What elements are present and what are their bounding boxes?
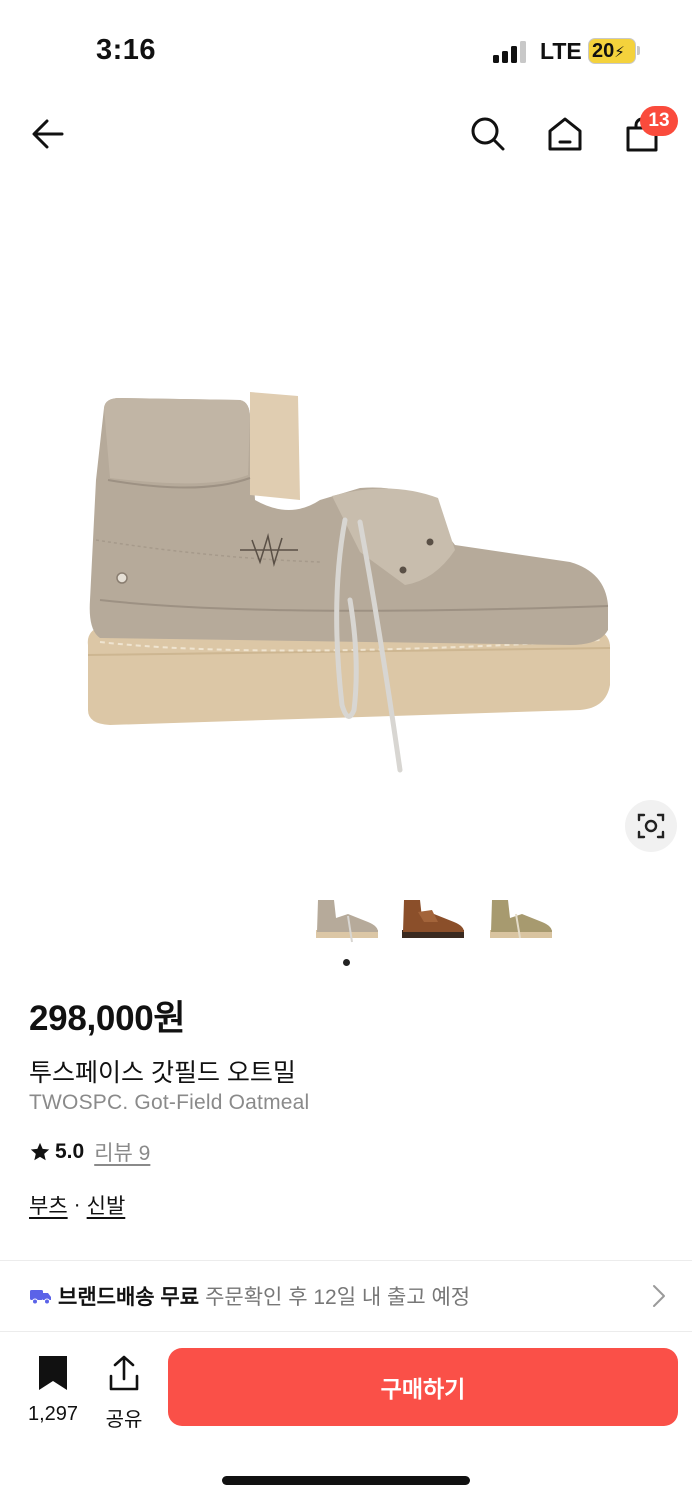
chevron-right-icon (653, 1285, 665, 1307)
battery-level: 20 (592, 40, 615, 62)
cart-count-badge: 13 (640, 106, 678, 136)
status-bar: 3:16 LTE 20⚡ (0, 0, 692, 100)
truck-icon (30, 1290, 51, 1305)
thumbnail-oatmeal[interactable] (312, 888, 382, 948)
network-type: LTE (540, 38, 582, 64)
divider (0, 1331, 692, 1332)
arrow-left-icon (32, 119, 64, 149)
buy-button[interactable]: 구매하기 (168, 1348, 678, 1426)
home-button[interactable] (543, 112, 587, 156)
top-navigation (0, 100, 692, 170)
color-thumbnails (0, 888, 692, 948)
charging-bolt-icon: ⚡ (614, 44, 625, 61)
shipping-note: 주문확인 후 12일 내 출고 예정 (205, 1286, 471, 1309)
product-name-korean: 투스페이스 갓필드 오트밀 (29, 1059, 296, 1087)
breadcrumb: 부츠 · 신발 (29, 1190, 125, 1220)
share-label: 공유 (105, 1409, 143, 1431)
shipping-title: 브랜드배송 무료 (58, 1286, 200, 1309)
battery-nub (637, 46, 640, 55)
search-button[interactable] (465, 112, 509, 156)
product-image[interactable] (60, 300, 640, 800)
rating-row: 5.0 리뷰 9 (29, 1137, 150, 1167)
back-button[interactable] (26, 112, 70, 156)
product-price: 298,000원 (29, 999, 186, 1038)
review-link[interactable]: 리뷰 9 (94, 1137, 150, 1167)
bottom-action-bar: 1,297 공유 구매하기 (0, 1334, 692, 1454)
battery-indicator: 20⚡ (588, 38, 636, 64)
share-icon (109, 1355, 139, 1391)
category-shoes-link[interactable]: 신발 (87, 1190, 126, 1220)
rating-value: 5.0 (55, 1140, 85, 1163)
star-icon (30, 1142, 50, 1161)
divider (0, 1260, 692, 1261)
search-icon (471, 117, 505, 151)
breadcrumb-separator: · (73, 1193, 81, 1216)
home-icon (548, 117, 582, 151)
bookmark-count: 1,297 (27, 1403, 79, 1425)
shipping-info-row[interactable]: 브랜드배송 무료 주문확인 후 12일 내 출고 예정 (0, 1262, 692, 1330)
bookmark-icon (39, 1356, 67, 1390)
cellular-signal-icon (493, 41, 526, 63)
thumbnail-olive[interactable] (486, 888, 556, 948)
product-name-english: TWOSPC. Got-Field Oatmeal (29, 1091, 310, 1114)
status-time: 3:16 (96, 34, 157, 66)
gallery-page-indicator (343, 959, 350, 966)
category-boots-link[interactable]: 부츠 (29, 1190, 68, 1220)
share-button[interactable]: 공유 (98, 1354, 150, 1432)
thumbnail-brown[interactable] (398, 888, 468, 948)
home-indicator (222, 1476, 470, 1485)
image-search-button[interactable] (625, 800, 677, 852)
image-search-icon (637, 813, 665, 839)
bookmark-button[interactable]: 1,297 (22, 1354, 84, 1426)
